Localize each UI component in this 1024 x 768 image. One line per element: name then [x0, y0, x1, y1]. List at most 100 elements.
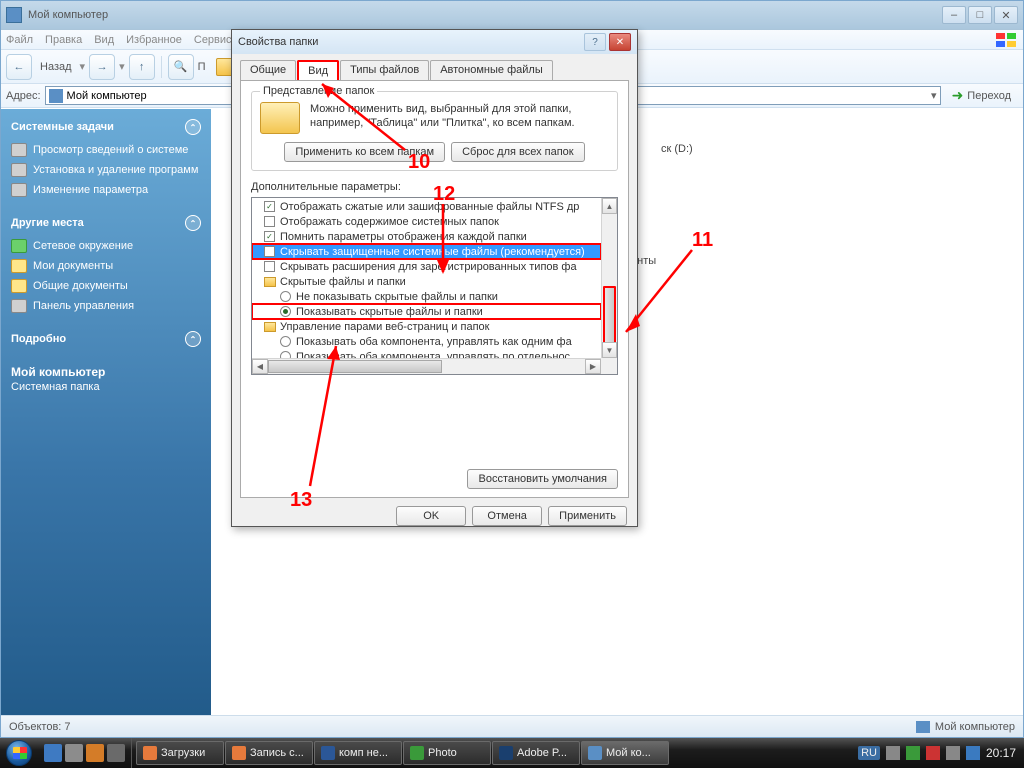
sidebar-item-control-panel[interactable]: Панель управления — [11, 299, 201, 313]
tab-file-types[interactable]: Типы файлов — [340, 60, 429, 80]
folder-preview-icon — [260, 102, 300, 134]
list-item[interactable]: Показывать оба компонента, управлять по … — [252, 349, 601, 358]
list-item[interactable]: ✓Отображать сжатые или зашифрованные фай… — [252, 199, 601, 214]
close-button[interactable]: ✕ — [994, 6, 1018, 24]
radio-icon[interactable] — [280, 336, 291, 347]
reset-folders-button[interactable]: Сброс для всех папок — [451, 142, 585, 162]
menu-file[interactable]: Файл — [6, 34, 33, 46]
tray-icon[interactable] — [966, 746, 980, 760]
tab-view[interactable]: Вид — [297, 60, 339, 80]
task-button[interactable]: комп не... — [314, 741, 402, 765]
address-value: Мой компьютер — [67, 90, 147, 102]
radio-icon[interactable] — [280, 306, 291, 317]
list-item-show-hidden[interactable]: Показывать скрытые файлы и папки — [252, 304, 601, 319]
folder-options-dialog: Свойства папки ? ✕ Общие Вид Типы файлов… — [231, 29, 638, 527]
cancel-button[interactable]: Отмена — [472, 506, 542, 526]
list-item[interactable]: ✓Помнить параметры отображения каждой па… — [252, 229, 601, 244]
scroll-thumb[interactable] — [268, 360, 442, 373]
address-dropdown[interactable]: ▾ — [931, 89, 937, 102]
checkbox-icon[interactable] — [264, 216, 275, 227]
sidebar-item-system-info[interactable]: Просмотр сведений о системе — [11, 143, 201, 157]
checkbox-icon[interactable]: ✓ — [264, 201, 275, 212]
dialog-titlebar[interactable]: Свойства папки ? ✕ — [232, 30, 637, 54]
scroll-left-button[interactable]: ◀ — [252, 359, 268, 374]
dialog-close-button[interactable]: ✕ — [609, 33, 631, 51]
task-button[interactable]: Adobe P... — [492, 741, 580, 765]
list-item-hide-protected[interactable]: Скрывать защищенные системные файлы (рек… — [252, 244, 601, 259]
restore-defaults-button[interactable]: Восстановить умолчания — [467, 469, 618, 489]
firefox-icon — [232, 746, 246, 760]
window-title: Мой компьютер — [28, 9, 942, 21]
list-item[interactable]: Показывать оба компонента, управлять как… — [252, 334, 601, 349]
tray-icon[interactable] — [946, 746, 960, 760]
minimize-button[interactable]: – — [942, 6, 966, 24]
list-item[interactable]: Не показывать скрытые файлы и папки — [252, 289, 601, 304]
up-button[interactable]: ↑ — [129, 54, 155, 80]
radio-icon[interactable] — [280, 291, 291, 302]
scroll-down-button[interactable]: ▼ — [602, 342, 617, 358]
apply-button[interactable]: Применить — [548, 506, 627, 526]
language-indicator[interactable]: RU — [858, 746, 880, 760]
apply-all-folders-button[interactable]: Применить ко всем папкам — [284, 142, 445, 162]
clock[interactable]: 20:17 — [986, 746, 1016, 760]
task-button[interactable]: Мой ко... — [581, 741, 669, 765]
help-button[interactable]: ? — [584, 33, 606, 51]
titlebar[interactable]: Мой компьютер – □ ✕ — [1, 1, 1023, 30]
computer-icon — [916, 721, 930, 733]
task-button[interactable]: Photo — [403, 741, 491, 765]
checkbox-icon[interactable]: ✓ — [264, 231, 275, 242]
list-item[interactable]: Отображать содержимое системных папок — [252, 214, 601, 229]
tray-icon[interactable] — [926, 746, 940, 760]
list-folder-item[interactable]: Скрытые файлы и папки — [252, 274, 601, 289]
tab-general[interactable]: Общие — [240, 60, 296, 80]
sidebar-item-change-setting[interactable]: Изменение параметра — [11, 183, 201, 197]
menu-tools[interactable]: Сервис — [194, 34, 232, 46]
vertical-scrollbar[interactable]: ▲ ▼ — [601, 198, 617, 358]
menu-view[interactable]: Вид — [94, 34, 114, 46]
horizontal-scrollbar[interactable]: ◀ ▶ — [252, 358, 601, 374]
collapse-icon[interactable]: ⌃ — [185, 215, 201, 231]
scroll-thumb[interactable] — [603, 286, 616, 346]
scroll-right-button[interactable]: ▶ — [585, 359, 601, 374]
search-button[interactable]: 🔍 — [168, 54, 194, 80]
task-button[interactable]: Запись с... — [225, 741, 313, 765]
folder-icon — [264, 277, 276, 287]
collapse-icon[interactable]: ⌃ — [185, 331, 201, 347]
group-label: Представление папок — [260, 85, 377, 97]
sidebar-item-my-documents[interactable]: Мои документы — [11, 259, 201, 273]
radio-icon[interactable] — [280, 351, 291, 358]
go-button[interactable]: ➜ Переход — [945, 86, 1018, 106]
checkbox-icon[interactable] — [264, 246, 275, 257]
back-button[interactable]: ← — [6, 54, 32, 80]
quick-launch-desktop-icon[interactable] — [65, 744, 83, 762]
photoshop-icon — [499, 746, 513, 760]
task-button[interactable]: Загрузки — [136, 741, 224, 765]
forward-button[interactable]: → — [89, 54, 115, 80]
drive-item[interactable]: ск (D:) — [661, 143, 693, 155]
quick-launch-ie-icon[interactable] — [44, 744, 62, 762]
system-tray: RU 20:17 — [850, 746, 1024, 760]
checkbox-icon[interactable] — [264, 261, 275, 272]
tray-icon[interactable] — [906, 746, 920, 760]
tab-offline-files[interactable]: Автономные файлы — [430, 60, 553, 80]
start-button[interactable] — [0, 738, 38, 768]
maximize-button[interactable]: □ — [968, 6, 992, 24]
firefox-icon — [143, 746, 157, 760]
details-subtitle: Системная папка — [11, 381, 201, 393]
group-text-1: Можно применить вид, выбранный для этой … — [310, 102, 575, 116]
quick-launch-media-icon[interactable] — [86, 744, 104, 762]
menu-edit[interactable]: Правка — [45, 34, 82, 46]
ok-button[interactable]: OK — [396, 506, 466, 526]
scroll-up-button[interactable]: ▲ — [602, 198, 617, 214]
photo-icon — [410, 746, 424, 760]
collapse-icon[interactable]: ⌃ — [185, 119, 201, 135]
sidebar-item-shared-documents[interactable]: Общие документы — [11, 279, 201, 293]
sidebar-item-network[interactable]: Сетевое окружение — [11, 239, 201, 253]
tray-icon[interactable] — [886, 746, 900, 760]
list-item[interactable]: Скрывать расширения для зарегистрированн… — [252, 259, 601, 274]
menu-favorites[interactable]: Избранное — [126, 34, 182, 46]
quick-launch-icon[interactable] — [107, 744, 125, 762]
dialog-title: Свойства папки — [238, 36, 581, 48]
list-folder-item[interactable]: Управление парами веб-страниц и папок — [252, 319, 601, 334]
sidebar-item-add-remove[interactable]: Установка и удаление программ — [11, 163, 201, 177]
